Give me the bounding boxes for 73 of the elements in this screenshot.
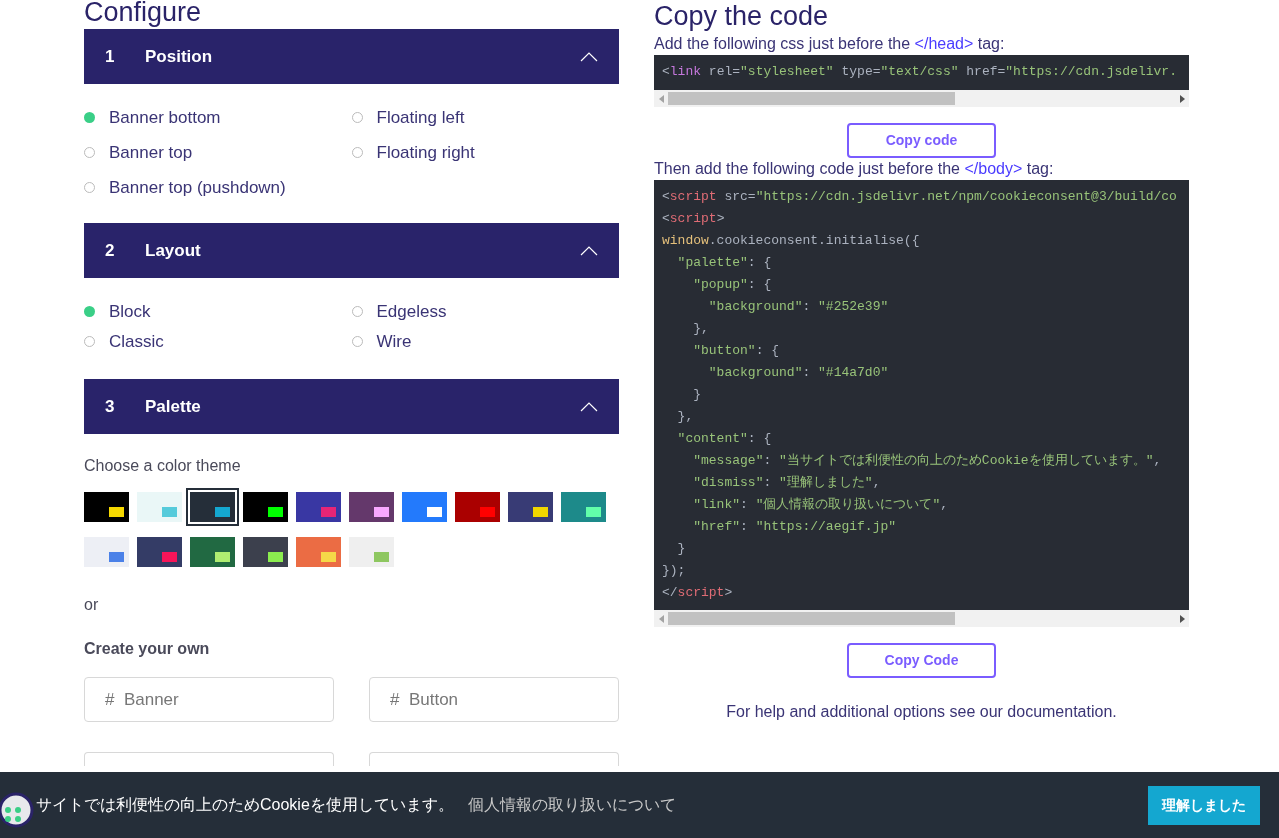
copy-button[interactable]: Copy code [847,123,996,158]
code-line: "palette": { [676,254,772,272]
input-field[interactable]: # Banner [84,677,334,722]
section-header[interactable]: 1 Position [84,29,619,84]
scroll-left-icon[interactable] [658,94,664,103]
code-line: } [676,540,686,558]
banner-message: サイトでは利便性の向上のためCookieを使用しています。 [36,795,454,815]
section-title: Configure [84,0,203,29]
scroll-left-icon[interactable] [658,614,664,623]
code-line: "content": { [676,430,772,448]
code-line: window.cookieconsent.initialise({ [662,232,920,250]
code-line: "button": { [692,342,780,360]
option-label[interactable]: Edgeless [376,298,447,325]
option-label[interactable]: Banner top (pushdown) [109,174,286,201]
or-text: or [84,595,100,615]
input-field[interactable] [369,752,619,766]
copy-button[interactable]: Copy Code [847,643,996,678]
code-line: <link rel="stylesheet" type="text/css" href="https://cdn.jsdelivr. [662,63,1177,81]
code-line: "popup": { [692,276,772,294]
code-line: }); [662,562,686,580]
radio-button[interactable] [84,336,95,347]
code-line: }, [692,320,709,338]
radio-button[interactable] [351,306,363,317]
option-label[interactable]: Floating left [376,104,465,131]
code-line: "message": "当サイトでは利便性の向上のためCookieを使用しています。", [692,452,1162,470]
option-label[interactable]: Banner bottom [109,104,221,131]
color-swatch[interactable] [186,488,239,526]
scrollbar[interactable] [654,90,1189,107]
scrollbar-thumb[interactable] [668,612,955,625]
code-line: "dismiss": "理解しました", [692,474,881,492]
cookie-icon[interactable] [0,792,34,828]
code-line: </script> [662,584,733,602]
radio-button[interactable] [351,112,363,123]
scrollbar-thumb[interactable] [668,92,955,105]
section-number: 1 [105,45,116,68]
option-label[interactable]: Classic [109,328,164,355]
scrollbar[interactable] [654,610,1189,627]
option-label[interactable]: Floating right [376,139,475,166]
code-line: } [692,386,701,404]
section-heading: Layout [145,239,202,262]
section-number: 3 [105,395,116,418]
radio-button[interactable] [84,306,95,317]
radio-button[interactable] [351,336,363,347]
help-text: For help and additional options see our documentation. [725,702,1118,722]
code-line: "background": "#252e39" [707,298,889,316]
section-heading: Position [145,45,214,68]
radio-button[interactable] [351,147,363,158]
code-line: <script> [662,210,725,228]
radio-button[interactable] [84,112,95,123]
section-header[interactable]: 2 Layout [84,223,619,278]
input-field[interactable]: # Button [369,677,619,722]
option-label[interactable]: Wire [376,328,412,355]
scroll-right-icon[interactable] [1179,94,1185,103]
scroll-right-icon[interactable] [1179,614,1185,623]
section-number: 2 [105,239,116,262]
section-header[interactable]: 3 Palette [84,379,619,434]
section-title: Copy the code [654,1,830,33]
code-line: }, [676,408,694,426]
code-line: "href": "https://aegif.jp" [692,518,897,536]
input-field[interactable] [84,752,334,766]
option-label[interactable]: Block [109,298,151,325]
option-label[interactable]: Banner top [109,139,193,166]
radio-button[interactable] [84,147,95,158]
radio-button[interactable] [84,182,95,193]
instruction-text: Add the following css just before the </head> tag: [654,34,1006,54]
code-line: "background": "#14a7d0" [707,364,889,382]
section-heading: Palette [145,395,202,418]
code-line: "link": "個人情報の取り扱いについて", [692,496,949,514]
privacy-link[interactable]: 個人情報の取り扱いについて [467,793,676,817]
code-line: <script src="https://cdn.jsdelivr.net/npm/cookieconsent@3/build/co [662,188,1177,206]
instruction-text: Then add the following code just before the </body> tag: [654,159,1055,179]
custom-heading: Create your own [84,639,211,659]
prompt-text: Choose a color theme [84,456,242,476]
